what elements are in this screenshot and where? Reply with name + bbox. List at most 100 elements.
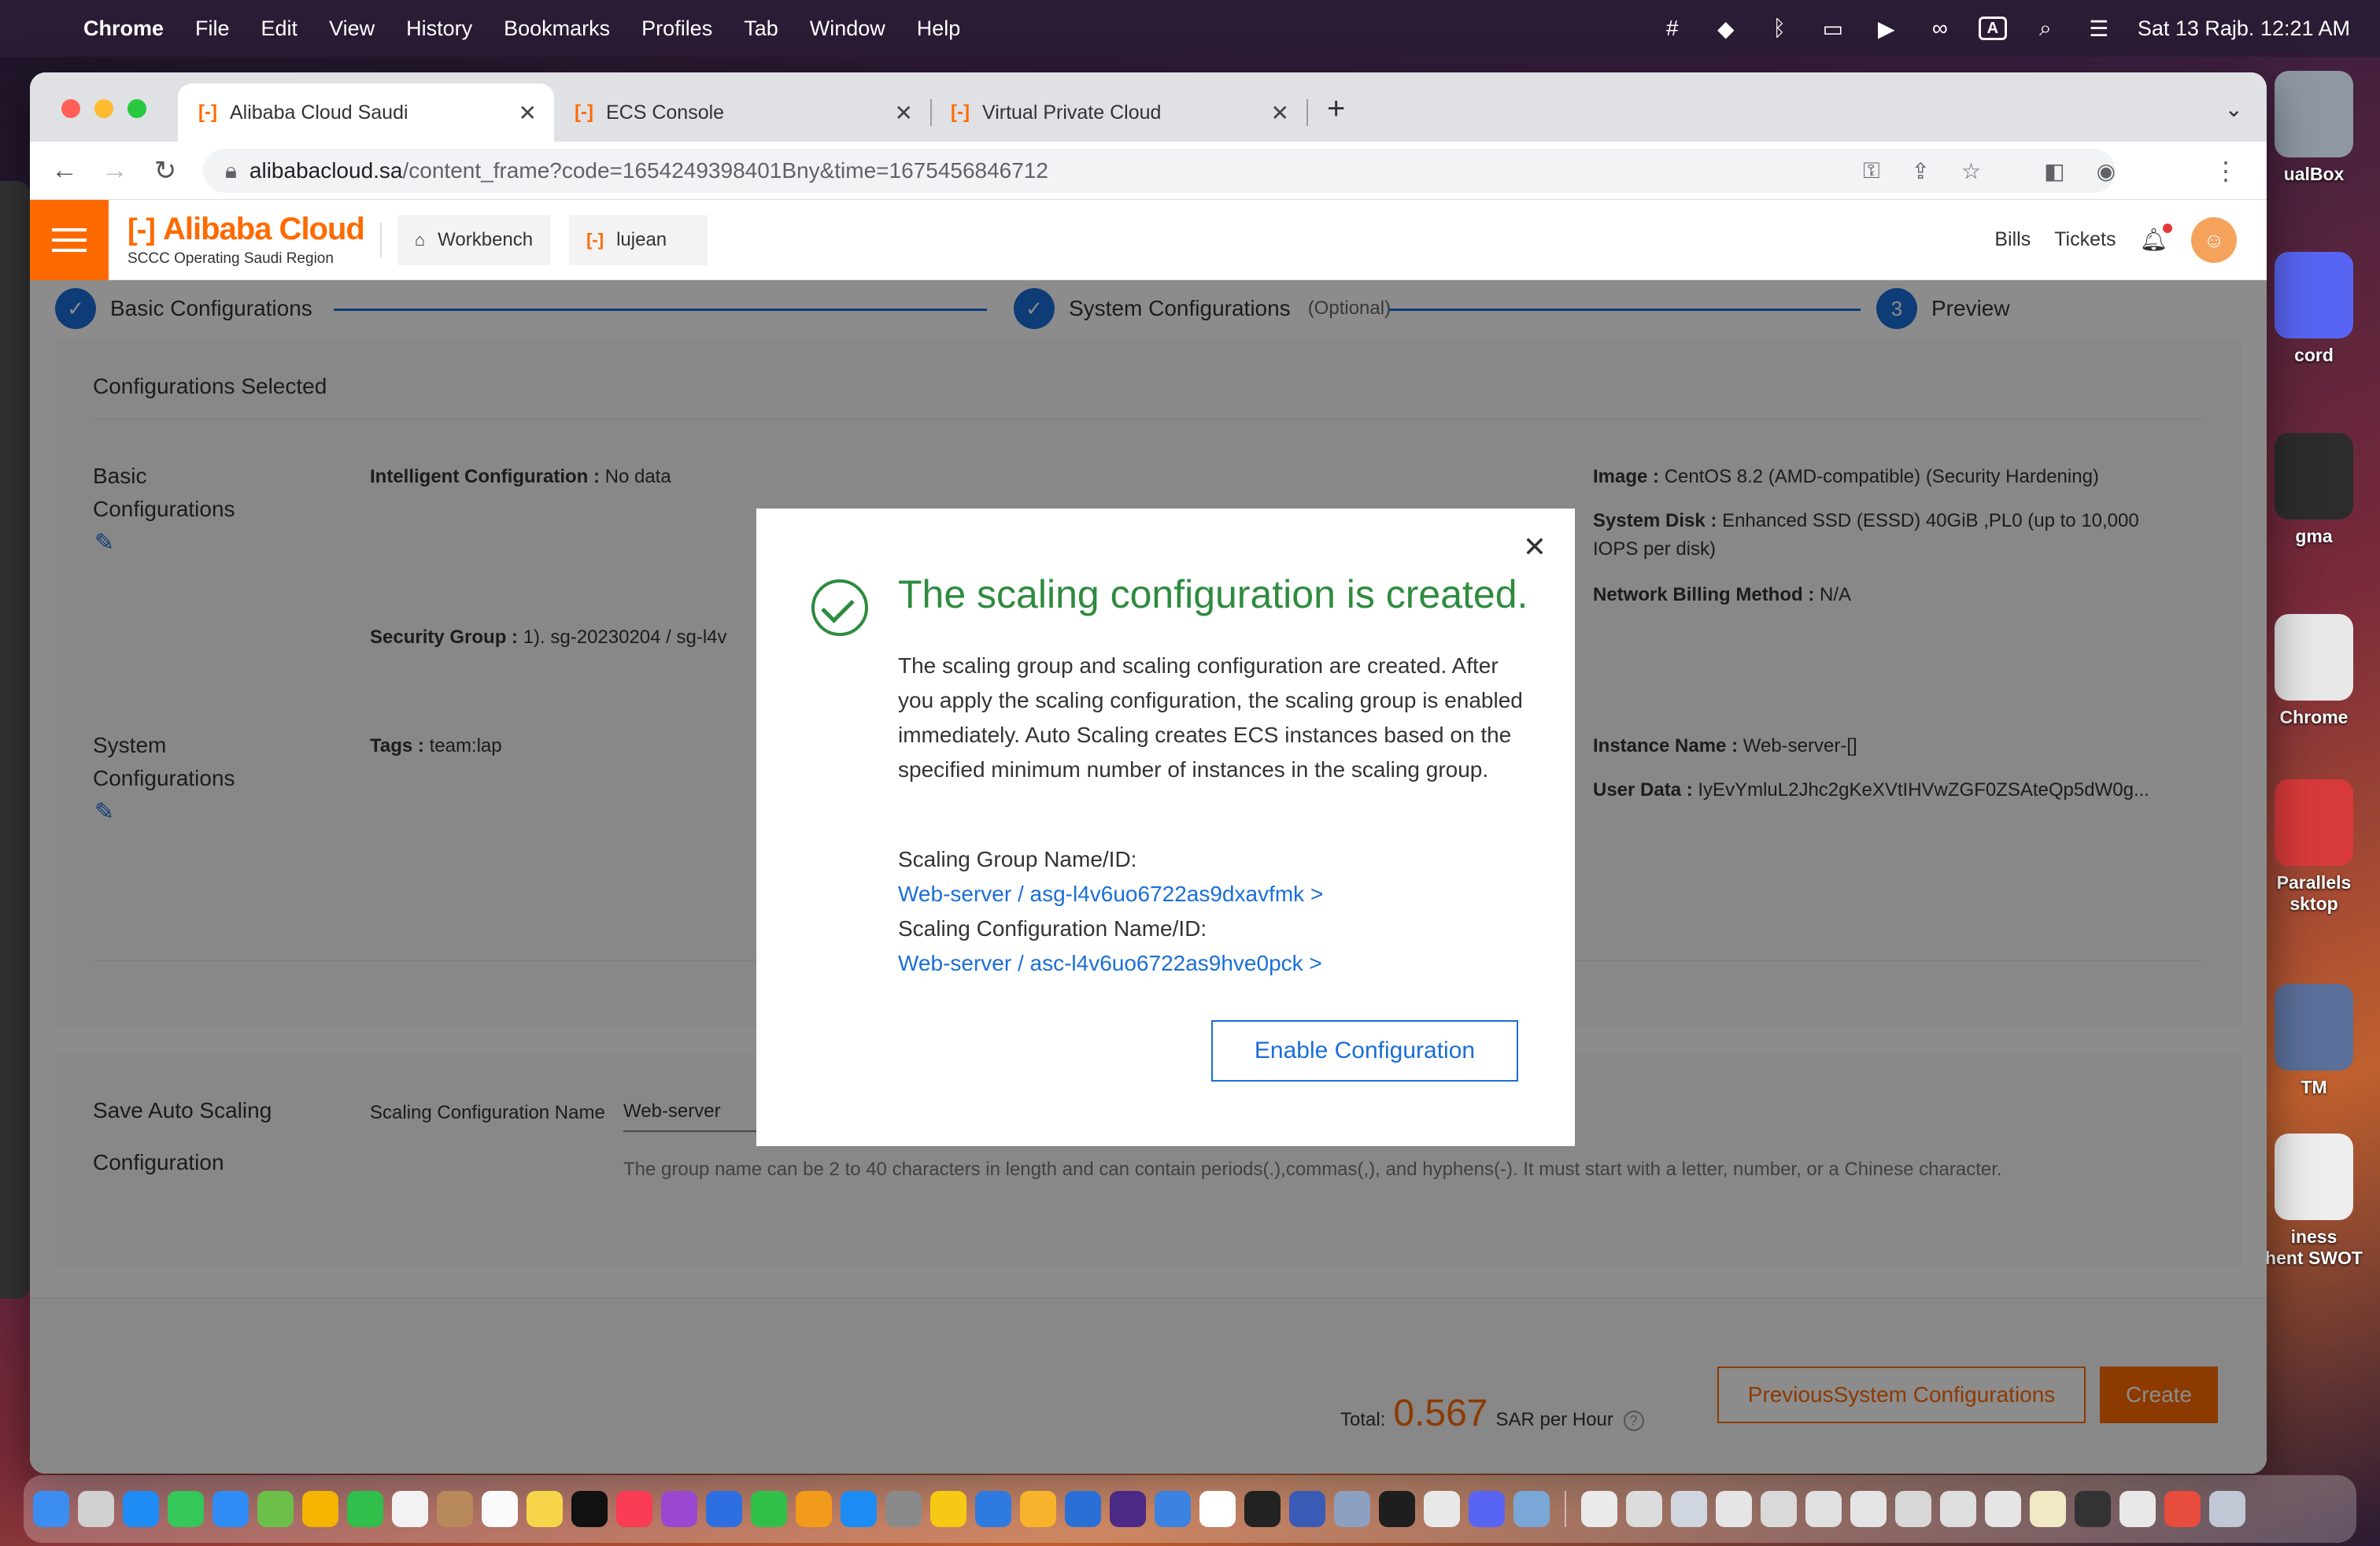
- menu-file[interactable]: File: [195, 17, 230, 41]
- zoom-window-button[interactable]: [128, 99, 146, 118]
- battery-icon[interactable]: ▭: [1818, 13, 1848, 43]
- enable-configuration-button[interactable]: Enable Configuration: [1211, 1020, 1518, 1082]
- ssh-client-icon[interactable]: [1065, 1491, 1101, 1527]
- tab-ecs-console[interactable]: [-] ECS Console ✕: [554, 83, 932, 142]
- document-stack-icon[interactable]: [1985, 1491, 2021, 1527]
- document-stack-icon[interactable]: [2030, 1491, 2066, 1527]
- system-settings-icon[interactable]: [885, 1491, 922, 1527]
- document-stack-icon[interactable]: [2164, 1491, 2201, 1527]
- scaling-config-link[interactable]: Web-server / asc-l4v6uo6722as9hve0pck >: [898, 946, 1322, 981]
- tab-alibaba-cloud-saudi[interactable]: [-] Alibaba Cloud Saudi ✕: [178, 83, 554, 142]
- calendar-icon[interactable]: [392, 1491, 428, 1527]
- scaling-group-link[interactable]: Web-server / asg-l4v6uo6722as9dxavfmk >: [898, 877, 1323, 912]
- desktop-icon-virtualbox[interactable]: ualBox: [2251, 71, 2377, 185]
- sketch-icon[interactable]: [1020, 1491, 1056, 1527]
- profile-icon[interactable]: ◉: [2097, 158, 2116, 184]
- close-tab-icon[interactable]: ✕: [519, 100, 537, 126]
- notes-icon[interactable]: [527, 1491, 563, 1527]
- address-bar[interactable]: 🔒︎ alibabacloud.sa/content_frame?code=16…: [203, 149, 2116, 193]
- workbench-button[interactable]: ⌂ Workbench: [397, 214, 551, 265]
- apple-tv-icon[interactable]: [571, 1491, 608, 1527]
- podcasts-icon[interactable]: [661, 1491, 697, 1527]
- tickets-link[interactable]: Tickets: [2054, 228, 2116, 251]
- control-center-icon[interactable]: ☰: [2084, 13, 2114, 43]
- more-menu-icon[interactable]: ⋮: [2213, 156, 2238, 186]
- desktop-icon-parallels[interactable]: Parallels sktop: [2251, 779, 2377, 915]
- menubar-clock[interactable]: Sat 13 Rajb. 12:21 AM: [2138, 17, 2350, 41]
- document-stack-icon[interactable]: [1940, 1491, 1976, 1527]
- document-stack-icon[interactable]: [1716, 1491, 1752, 1527]
- music-icon[interactable]: [616, 1491, 652, 1527]
- input-source-icon[interactable]: A: [1978, 17, 2007, 40]
- preview-icon[interactable]: [1334, 1491, 1370, 1527]
- safari-icon[interactable]: [123, 1491, 159, 1527]
- menu-view[interactable]: View: [329, 17, 375, 41]
- facetime-icon[interactable]: [347, 1491, 383, 1527]
- menu-profiles[interactable]: Profiles: [641, 17, 712, 41]
- document-stack-icon[interactable]: [2075, 1491, 2111, 1527]
- bluetooth-icon[interactable]: ᛒ: [1765, 13, 1794, 43]
- bookmark-star-icon[interactable]: ☆: [1961, 158, 1981, 184]
- menu-help[interactable]: Help: [917, 17, 961, 41]
- vmware-icon[interactable]: [1289, 1491, 1325, 1527]
- link-icon[interactable]: ∞: [1925, 13, 1955, 43]
- pages-icon[interactable]: [796, 1491, 832, 1527]
- notification-bell-icon[interactable]: 🔔︎: [2139, 224, 2172, 253]
- app-store-icon[interactable]: [841, 1491, 877, 1527]
- menu-history[interactable]: History: [406, 17, 472, 41]
- account-switcher[interactable]: [-] lujean: [569, 214, 708, 265]
- close-icon[interactable]: ✕: [1523, 531, 1547, 564]
- bills-link[interactable]: Bills: [1994, 228, 2031, 251]
- desktop-icon-swot[interactable]: iness hent SWOT: [2251, 1134, 2377, 1269]
- keynote-icon[interactable]: [706, 1491, 742, 1527]
- document-stack-icon[interactable]: [1671, 1491, 1707, 1527]
- document-stack-icon[interactable]: [1805, 1491, 1842, 1527]
- desktop-icon-figma[interactable]: gma: [2251, 433, 2377, 547]
- document-stack-icon[interactable]: [2119, 1491, 2156, 1527]
- document-stack-icon[interactable]: [1626, 1491, 1662, 1527]
- notion-icon[interactable]: [1199, 1491, 1236, 1527]
- side-panel-icon[interactable]: ◧: [2044, 158, 2064, 184]
- menu-app-name[interactable]: Chrome: [83, 17, 164, 41]
- messages-icon[interactable]: [168, 1491, 204, 1527]
- search-icon[interactable]: ⌕: [2031, 13, 2060, 43]
- forward-icon[interactable]: →: [99, 155, 131, 186]
- minimize-window-button[interactable]: [94, 99, 113, 118]
- reload-icon[interactable]: ↻: [150, 155, 181, 187]
- back-icon[interactable]: ←: [49, 155, 80, 186]
- close-tab-icon[interactable]: ✕: [895, 100, 913, 126]
- maps-icon[interactable]: [257, 1491, 294, 1527]
- finder-icon[interactable]: [33, 1491, 69, 1527]
- photos-icon[interactable]: [302, 1491, 338, 1527]
- desktop-icon-chrome[interactable]: Chrome: [2251, 614, 2377, 728]
- trash-icon[interactable]: [2209, 1491, 2245, 1527]
- tab-virtual-private-cloud[interactable]: [-] Virtual Private Cloud ✕: [930, 83, 1308, 142]
- dropbox-icon[interactable]: ◆: [1711, 13, 1741, 43]
- hamburger-menu-icon[interactable]: [30, 199, 109, 280]
- document-stack-icon[interactable]: [1895, 1491, 1931, 1527]
- close-tab-icon[interactable]: ✕: [1271, 100, 1289, 126]
- downloads-stack-icon[interactable]: [1581, 1491, 1617, 1527]
- lock-icon[interactable]: 🔒︎: [225, 158, 237, 184]
- key-icon[interactable]: ⚿: [1863, 158, 1879, 184]
- numbers-icon[interactable]: [751, 1491, 787, 1527]
- share-icon[interactable]: ⇪: [1912, 158, 1930, 184]
- menu-window[interactable]: Window: [810, 17, 885, 41]
- close-window-button[interactable]: [61, 99, 80, 118]
- menu-edit[interactable]: Edit: [261, 17, 298, 41]
- xcode-icon[interactable]: [975, 1491, 1011, 1527]
- alibaba-cloud-logo[interactable]: [-] Alibaba Cloud SCCC Operating Saudi Re…: [128, 213, 365, 266]
- tab-search-chevron-icon[interactable]: ⌄: [2225, 96, 2243, 122]
- launchpad-icon[interactable]: [78, 1491, 114, 1527]
- reminders-icon[interactable]: [482, 1491, 518, 1527]
- desktop-icon-tm[interactable]: TM: [2251, 984, 2377, 1098]
- menu-bookmarks[interactable]: Bookmarks: [504, 17, 610, 41]
- figma-icon[interactable]: [1379, 1491, 1415, 1527]
- document-stack-icon[interactable]: [1850, 1491, 1887, 1527]
- document-stack-icon[interactable]: [1761, 1491, 1797, 1527]
- play-icon[interactable]: ▶: [1872, 13, 1901, 43]
- quicktime-icon[interactable]: [1513, 1491, 1550, 1527]
- github-icon[interactable]: [1110, 1491, 1146, 1527]
- chrome-icon[interactable]: [1424, 1491, 1460, 1527]
- discord-icon[interactable]: [1469, 1491, 1505, 1527]
